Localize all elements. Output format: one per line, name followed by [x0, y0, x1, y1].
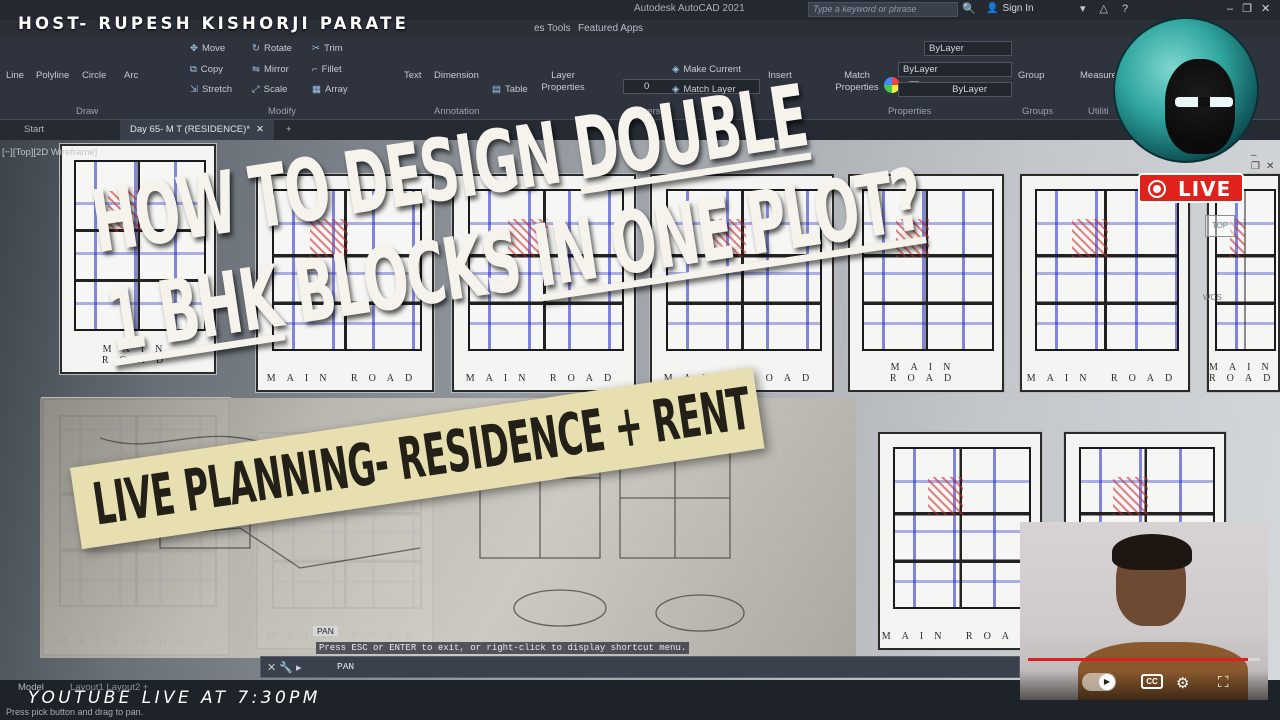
pan-tag: PAN: [313, 626, 338, 636]
view-cube[interactable]: TOP: [1205, 215, 1235, 237]
status-hint: Press pick button and drag to pan.: [6, 707, 144, 717]
schedule-caption: YOUTUBE LIVE AT 7:30PM: [28, 688, 321, 708]
close-viewport-icon[interactable]: ✕: [1266, 161, 1274, 172]
close-icon[interactable]: ✕: [1261, 3, 1270, 15]
copy-button[interactable]: ⧉ Copy: [190, 64, 223, 75]
restore-viewport-icon[interactable]: ❐: [1251, 161, 1260, 172]
command-input[interactable]: PAN: [337, 661, 354, 672]
video-progress-fill: [1028, 658, 1249, 661]
restore-icon[interactable]: ❐: [1242, 3, 1252, 15]
minimize-icon[interactable]: –: [1227, 3, 1233, 15]
circle-button[interactable]: Circle: [82, 70, 106, 81]
rotate-icon: ↻: [252, 43, 260, 54]
host-avatar: [1113, 17, 1259, 163]
move-button[interactable]: ✥ Move: [190, 43, 225, 54]
wrench-icon[interactable]: 🔧: [279, 662, 293, 674]
arc-button[interactable]: Arc: [124, 70, 138, 81]
autoplay-toggle[interactable]: [1082, 673, 1116, 691]
road-label: MAIN ROAD: [1209, 362, 1280, 384]
close-command-icon[interactable]: ✕: [267, 662, 276, 674]
captions-button[interactable]: CC: [1141, 674, 1163, 689]
webcam-video[interactable]: CC ⚙ ⛶: [1020, 522, 1268, 700]
video-progress-bar[interactable]: [1028, 658, 1260, 661]
viewport-controls: –❐ ✕: [1245, 150, 1280, 172]
road-label: MAIN ROAD: [1026, 373, 1184, 384]
wcs-label[interactable]: WCS: [1203, 293, 1222, 302]
command-line-icons: ✕ 🔧 ▸: [267, 661, 302, 674]
rotate-button[interactable]: ↻ Rotate: [252, 43, 292, 54]
trim-button[interactable]: ✂ Trim: [312, 43, 343, 54]
presenter-hair: [1112, 534, 1192, 570]
avatar-glasses: [1175, 97, 1233, 107]
trim-icon: ✂: [312, 43, 320, 54]
command-line[interactable]: ✕ 🔧 ▸ PAN: [260, 656, 1020, 678]
live-icon: [1148, 180, 1166, 198]
minimize-viewport-icon[interactable]: –: [1251, 150, 1257, 161]
line-button[interactable]: Line: [6, 70, 24, 81]
live-label: LIVE: [1178, 177, 1232, 201]
polyline-button[interactable]: Polyline: [36, 70, 69, 81]
road-label: MAIN ROAD: [881, 631, 1039, 642]
move-icon: ✥: [190, 43, 198, 54]
floor-plan-sheet: MAIN ROAD: [878, 432, 1042, 650]
host-label: HOST- RUPESH KISHORJI PARATE: [18, 14, 410, 33]
live-badge: LIVE: [1138, 173, 1244, 203]
window-controls: – ❐ ✕: [1218, 2, 1270, 15]
command-hint: Press ESC or ENTER to exit, or right-cli…: [316, 642, 690, 654]
fullscreen-icon[interactable]: ⛶: [1218, 674, 1229, 691]
road-label: MAIN ROAD: [889, 362, 963, 384]
copy-icon: ⧉: [190, 64, 197, 75]
floor-plan-sheet: MAIN ROAD: [1207, 174, 1280, 392]
command-prompt-icon: ▸: [296, 662, 302, 674]
settings-gear-icon[interactable]: ⚙: [1176, 674, 1189, 692]
